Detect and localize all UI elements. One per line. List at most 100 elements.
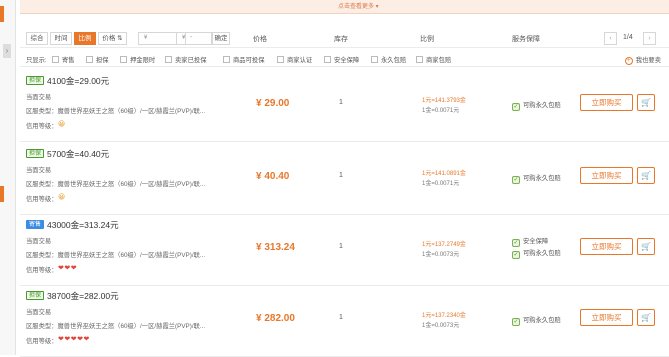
listing-badge: 寄售	[26, 220, 45, 229]
col-service: 服务保障	[512, 36, 540, 43]
trade-type: 当面交易	[26, 94, 52, 101]
filter-seller-insured[interactable]: 卖家已投保	[165, 55, 206, 64]
filter-bar: 只显示: 寄售 担保 押金限时 卖家已投保 商品可投保 商家认证 安全保障 永久…	[20, 52, 669, 67]
buy-now-button[interactable]: 立即购买	[580, 309, 633, 326]
page-indicator: 1/4	[623, 34, 633, 41]
checkbox[interactable]	[416, 56, 423, 63]
sort-ratio[interactable]: 比例	[74, 32, 96, 45]
filter-merchant-comp[interactable]: 商家包赔	[416, 55, 451, 64]
listing-title[interactable]: 43000金=313.24元	[47, 219, 119, 231]
listing-stock: 1	[339, 314, 343, 321]
guarantee-text: 可购永久包赔	[523, 102, 561, 109]
checkbox[interactable]	[120, 56, 127, 63]
max-price-input[interactable]: ¥	[176, 32, 212, 45]
listing-stock: 1	[339, 243, 343, 250]
listing-row[interactable]: 担保 5700金=40.40元 当面交易 区服类型：魔兽世界巫妖王之怒（60级）…	[20, 143, 669, 215]
ratio-yuan-to-gold: 1元=137.2340金	[422, 313, 466, 319]
credit-rating-icon: 😀	[58, 121, 66, 128]
server-info: 区服类型：魔兽世界巫妖王之怒（60级）/一区/赫霞兰(PVP)/联...	[26, 252, 206, 259]
sell-link-text: 我也要卖	[635, 57, 661, 64]
shield-icon: ✓	[512, 251, 520, 259]
promo-banner[interactable]: 点击查看更多 ▾	[20, 0, 669, 14]
checkbox[interactable]	[324, 56, 331, 63]
listing-row[interactable]: 寄售 43000金=313.24元 当面交易 区服类型：魔兽世界巫妖王之怒（60…	[20, 214, 669, 286]
ratio-yuan-to-gold: 1元=137.2749金	[422, 242, 466, 248]
guarantee-text: 可购永久包赔	[523, 317, 561, 324]
listing-price: ¥ 282.00	[256, 313, 295, 324]
filter-item-insurable[interactable]: 商品可投保	[223, 55, 264, 64]
next-page-button[interactable]: ›	[643, 32, 656, 45]
ratio-yuan-to-gold: 1元=141.3793金	[422, 98, 466, 104]
price-confirm-button[interactable]: 确定	[212, 32, 230, 45]
credit-label: 信用等级：	[26, 123, 58, 130]
trade-type: 当面交易	[26, 309, 52, 316]
trade-type: 当面交易	[26, 167, 52, 174]
prev-page-button[interactable]: ‹	[604, 32, 617, 45]
guarantee-text: 可购永久包赔	[523, 175, 561, 182]
filter-text: 安全保障	[334, 57, 360, 64]
listing-row[interactable]: 担保 4100金=29.00元 当面交易 区服类型：魔兽世界巫妖王之怒（60级）…	[20, 70, 669, 142]
cart-icon[interactable]: 🛒	[637, 167, 655, 184]
sell-link[interactable]: + 我也要卖	[624, 55, 661, 65]
col-ratio: 比例	[420, 36, 434, 43]
buy-now-button[interactable]: 立即购买	[580, 167, 633, 184]
listing-title[interactable]: 4100金=29.00元	[47, 75, 109, 87]
banner-text: 点击查看更多 ▾	[338, 4, 379, 10]
sort-price[interactable]: 价格 ⇅	[98, 32, 127, 45]
filter-guarantee[interactable]: 担保	[86, 55, 109, 64]
ratio-gold-to-yuan: 1金=0.0073元	[422, 323, 460, 329]
filter-deposit[interactable]: 押金限时	[120, 55, 155, 64]
buy-now-button[interactable]: 立即购买	[580, 94, 633, 111]
col-price: 价格	[253, 36, 267, 43]
buy-now-button[interactable]: 立即购买	[580, 238, 633, 255]
cart-icon[interactable]: 🛒	[637, 94, 655, 111]
cart-icon[interactable]: 🛒	[637, 238, 655, 255]
checkbox[interactable]	[86, 56, 93, 63]
trade-type: 当面交易	[26, 238, 52, 245]
shield-icon: ✓	[512, 103, 520, 111]
listing-price: ¥ 29.00	[256, 98, 290, 109]
guarantee-tag: ✓ 安全保障	[512, 236, 548, 247]
checkbox[interactable]	[277, 56, 284, 63]
col-stock: 库存	[334, 36, 348, 43]
plus-circle-icon: +	[624, 57, 633, 65]
ratio-gold-to-yuan: 1金=0.0071元	[422, 181, 460, 187]
checkbox[interactable]	[52, 56, 59, 63]
ratio-gold-to-yuan: 1金=0.0073元	[422, 252, 460, 258]
shield-icon: ✓	[512, 239, 520, 247]
listing-stock: 1	[339, 172, 343, 179]
filter-safety[interactable]: 安全保障	[324, 55, 359, 64]
server-info: 区服类型：魔兽世界巫妖王之怒（60级）/一区/赫霞兰(PVP)/联...	[26, 181, 206, 188]
credit-label: 信用等级：	[26, 267, 58, 274]
listing-stock: 1	[339, 99, 343, 106]
sort-header: 综合 时间 比例 价格 ⇅ ¥ - ¥ 确定 价格 库存 比例 服务保障 ‹ 1…	[20, 28, 669, 48]
filter-permanent-comp[interactable]: 永久包赔	[371, 55, 406, 64]
sort-time[interactable]: 时间	[50, 32, 72, 45]
cart-icon[interactable]: 🛒	[637, 309, 655, 326]
filter-text: 担保	[96, 57, 109, 64]
listing-title[interactable]: 5700金=40.40元	[47, 148, 109, 160]
checkbox[interactable]	[223, 56, 230, 63]
listing-badge: 担保	[26, 149, 45, 158]
checkbox[interactable]	[371, 56, 378, 63]
filter-text: 永久包赔	[381, 57, 407, 64]
shield-icon: ✓	[512, 318, 520, 326]
server-info: 区服类型：魔兽世界巫妖王之怒（60级）/一区/赫霞兰(PVP)/联...	[26, 323, 206, 330]
server-info: 区服类型：魔兽世界巫妖王之怒（60级）/一区/赫霞兰(PVP)/联...	[26, 108, 206, 115]
listing-title[interactable]: 38700金=282.00元	[47, 290, 119, 302]
collapse-arrow-icon[interactable]: ›	[3, 44, 11, 58]
credit-label: 信用等级：	[26, 196, 58, 203]
credit-rating-icon: ❤❤❤❤❤	[58, 336, 90, 343]
sort-comprehensive[interactable]: 综合	[26, 32, 48, 45]
credit-rating-icon: 😀	[58, 194, 66, 201]
checkbox[interactable]	[165, 56, 172, 63]
left-rail: ›	[0, 0, 16, 355]
guarantee-tag: ✓ 可购永久包赔	[512, 248, 561, 259]
filter-text: 押金限时	[130, 57, 156, 64]
filter-consign[interactable]: 寄售	[52, 55, 75, 64]
listing-row[interactable]: 担保 38700金=282.00元 当面交易 区服类型：魔兽世界巫妖王之怒（60…	[20, 285, 669, 357]
filter-merchant-verified[interactable]: 商家认证	[277, 55, 312, 64]
shield-icon: ✓	[512, 176, 520, 184]
rail-tab-marker	[0, 186, 4, 202]
guarantee-tag: ✓ 可购永久包赔	[512, 173, 561, 184]
